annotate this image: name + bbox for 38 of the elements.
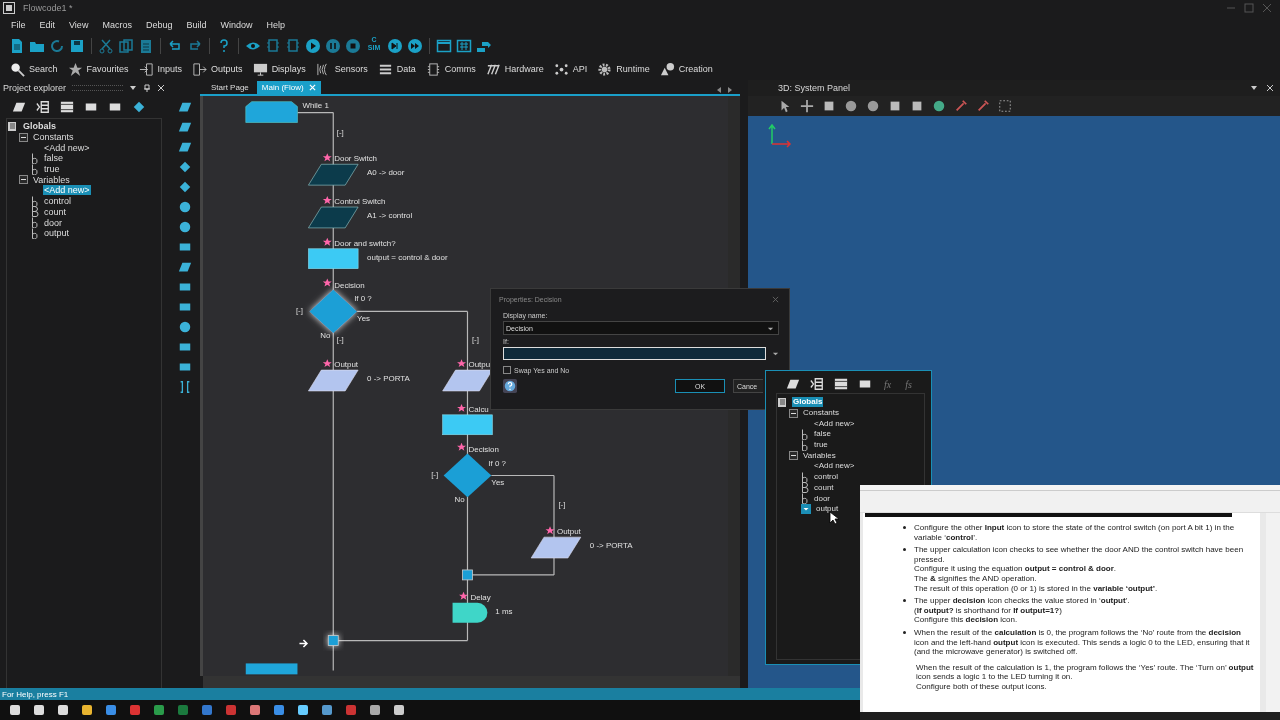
node-title: Decision (468, 444, 499, 454)
node-title: Calcu (468, 404, 489, 414)
paragraph: (If output? is shorthand for If output=1?) (914, 605, 1063, 616)
node-detail: 0 -> PORTA (367, 374, 410, 384)
paragraph: When the result of the calculation is 0, the program follows the ‘No’ route from the decision icon and the left-hand output icon is executed. This sends a logic 0 to the LED, ensuring that it (and the microwave generator) is switched off. (914, 627, 1251, 657)
node-detail: A1 -> control (367, 210, 413, 220)
paragraph: Configure this decision icon. (914, 615, 1019, 625)
branch-label: No (454, 495, 465, 505)
branch-label: Yes (357, 314, 371, 324)
paragraph: The upper calculation icon checks to see whether the door AND the control switch have been pressed. (914, 545, 1245, 565)
node-title: Door Switch (334, 154, 378, 164)
node-detail: 1 ms (495, 606, 513, 616)
node-title: Output (334, 360, 359, 370)
paragraph: Configure it using the equation output = control & door. (914, 564, 1118, 574)
node-title: Outpu (468, 360, 491, 370)
node-detail: If 0 ? (354, 294, 372, 304)
branch-label: No (320, 331, 331, 341)
node-detail: 0 -> PORTA (589, 541, 633, 551)
status-text: For Help, press F1 (2, 689, 69, 699)
node-title: Delay (470, 592, 491, 602)
node-title: Output (557, 527, 581, 537)
node-title: Decision (334, 280, 365, 290)
branch-label: Yes (491, 478, 505, 488)
node-title: Control Switch (334, 197, 386, 207)
node-detail: If 0 ? (488, 458, 507, 468)
paragraph: The result of this operation (0 or 1) is stored in the variable ‘output’. (914, 583, 1159, 594)
window-title: Flowcode1 * (23, 3, 73, 13)
paragraph: Configure both of these output icons. (916, 681, 1048, 692)
paragraph: The upper decision icon checks the value stored in ‘output’. (914, 596, 1130, 606)
panel-title: 3D: System Panel (778, 83, 851, 93)
node-detail: While 1 (302, 100, 329, 110)
panel-title: Project explorer (3, 83, 67, 93)
node-detail: A0 -> door (367, 168, 405, 178)
node-detail: output = control & door (367, 252, 448, 262)
paragraph: Configure the other Input icon to store the state of the control switch (on port A bit 1) in the variable ‘control’. (914, 523, 1236, 543)
paragraph: The & signifies the AND operation. (914, 573, 1038, 584)
node-title: Door and switch? (334, 238, 396, 248)
paragraph: When the result of the calculation is 1, the program follows the ‘Yes’ route. The ‘Turn on’ output icon sends a logic 1 to the LED turning it on. (916, 662, 1254, 682)
